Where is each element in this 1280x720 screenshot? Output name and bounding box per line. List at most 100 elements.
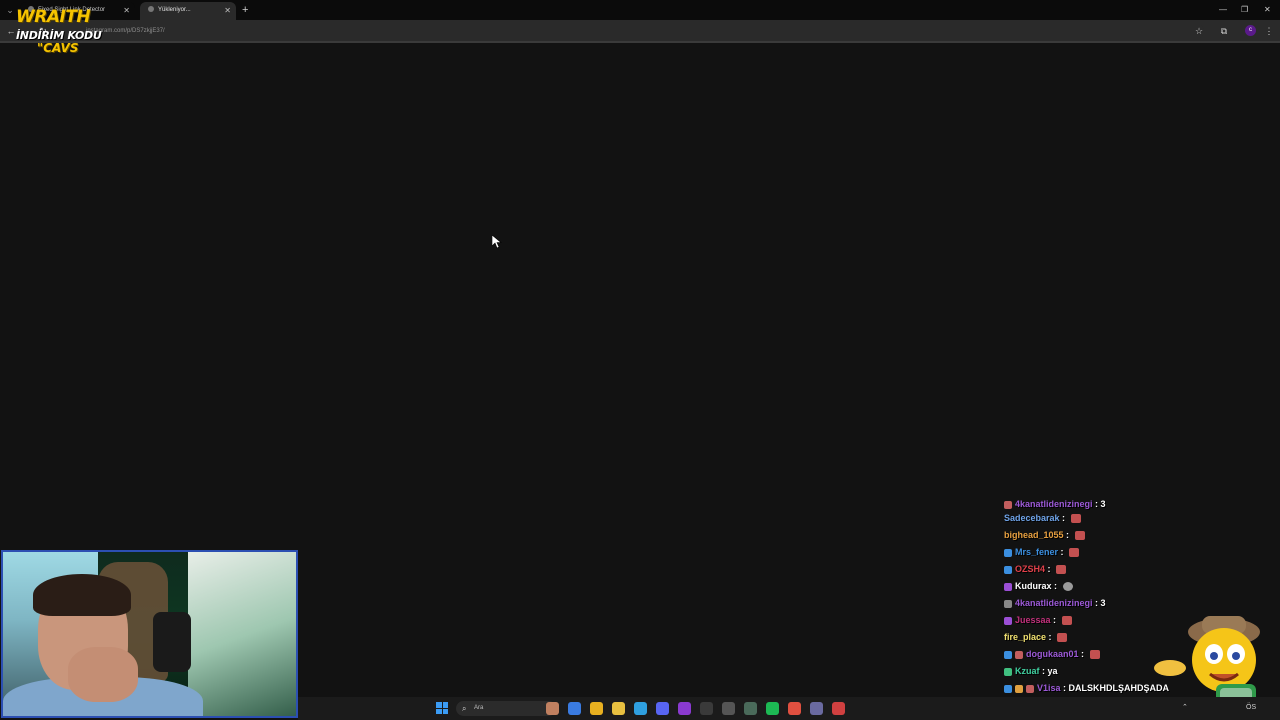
chat-separator: : (1050, 615, 1059, 625)
chat-separator: : (1039, 666, 1048, 676)
taskbar-app-app-7-icon[interactable] (678, 702, 691, 715)
chat-emote-icon (1069, 548, 1080, 558)
address-bar[interactable]: instagram.com/p/DS7zkjjE37/ (54, 23, 1204, 39)
taskbar-app-widgets-icon[interactable] (546, 702, 559, 715)
chat-username: 4kanatlidenizinegi (1015, 598, 1093, 608)
chat-badge-icon (1015, 684, 1023, 693)
chat-message: bighead_1055 : (1004, 527, 1184, 544)
close-window-icon[interactable]: ✕ (1264, 3, 1271, 17)
chat-text: 3 (1100, 500, 1106, 509)
chat-message: Kudurax : (1004, 578, 1184, 595)
chat-separator: : (1046, 632, 1055, 642)
chat-emote-icon (1089, 650, 1100, 660)
taskbar-app-copilot-icon[interactable] (568, 702, 581, 715)
profile-avatar[interactable]: c (1245, 25, 1256, 36)
chat-badge-icon (1026, 684, 1034, 693)
screen: ⌄ Fixed Sight Link Detector ✕ Yükleniyor… (0, 0, 1280, 720)
chat-username: V1isa (1037, 683, 1061, 693)
chat-username: fire_place (1004, 632, 1047, 642)
chat-separator: : (1092, 598, 1101, 608)
chat-badge-icon (1004, 599, 1012, 608)
chat-badge-icon (1004, 684, 1012, 693)
chat-separator: : (1058, 547, 1067, 557)
browser-tab-2[interactable]: Yükleniyor... ✕ (140, 2, 236, 20)
chat-badge-icon (1004, 667, 1012, 676)
loading-progress-bar (0, 41, 1280, 43)
minimize-icon[interactable]: — (1219, 3, 1227, 17)
taskbar-app-spotify-icon[interactable] (766, 702, 779, 715)
chat-separator: : (1059, 513, 1068, 523)
windows-taskbar: ⌕ Ara ⌃ ÖS (298, 697, 1280, 720)
taskbar-app-file-explorer-icon[interactable] (612, 702, 625, 715)
sponsor-logo: WRAITH İNDİRİM KODU "CAVS (14, 6, 104, 58)
chat-separator: : (1078, 649, 1087, 659)
taskbar-app-app-13-icon[interactable] (810, 702, 823, 715)
microphone (153, 612, 191, 672)
new-tab-button[interactable]: + (242, 3, 248, 17)
chat-username: bighead_1055 (1004, 530, 1064, 540)
chat-badge-icon (1004, 582, 1012, 591)
menu-kebab-icon[interactable]: ⋮ (1262, 24, 1276, 38)
chat-message: OZSH4 : (1004, 561, 1184, 578)
taskbar-search[interactable]: ⌕ Ara (456, 701, 556, 716)
chat-badge-icon (1004, 548, 1012, 557)
extensions-icon[interactable]: ⧉ (1217, 24, 1231, 38)
chat-username: Sadecebarak (1004, 513, 1060, 523)
restore-icon[interactable]: ❐ (1241, 3, 1248, 17)
chat-badge-icon (1015, 650, 1023, 659)
chat-emote-icon (1062, 582, 1073, 592)
chat-message: Sadecebarak : (1004, 510, 1184, 527)
chat-separator: : (1092, 500, 1101, 509)
mouse-cursor-icon (492, 235, 502, 249)
bookmark-star-icon[interactable]: ☆ (1192, 24, 1206, 38)
taskbar-app-chrome-2-icon[interactable] (788, 702, 801, 715)
chat-badge-icon (1004, 500, 1012, 509)
chat-badge-icon (1004, 616, 1012, 625)
taskbar-app-app-8-icon[interactable] (700, 702, 713, 715)
chat-text: ya (1047, 666, 1058, 676)
tab-loading-icon (148, 6, 154, 13)
taskbar-app-app-10-icon[interactable] (744, 702, 757, 715)
chat-message: 4kanatlidenizinegi : 3 (1004, 595, 1184, 612)
chat-emote-icon (1057, 633, 1068, 643)
chat-username: OZSH4 (1015, 564, 1046, 574)
taskbar-app-chrome-icon[interactable] (590, 702, 603, 715)
chat-emote-icon (1061, 616, 1072, 626)
chat-username: Kzuaf (1015, 666, 1040, 676)
logo-code-text: "CAVS (37, 41, 79, 55)
browser-tab-bar: ⌄ Fixed Sight Link Detector ✕ Yükleniyor… (0, 0, 1280, 20)
logo-brand-text: WRAITH (16, 7, 91, 27)
chat-badge-icon (1004, 650, 1012, 659)
close-tab-icon[interactable]: ✕ (224, 2, 231, 19)
chat-username: dogukaan01 (1026, 649, 1079, 659)
chat-separator: : (1051, 581, 1060, 591)
tab-title: Yükleniyor... (158, 7, 191, 13)
webcam-feed (1, 550, 298, 718)
search-icon: ⌕ (462, 704, 467, 713)
chat-text: 3 (1100, 598, 1106, 608)
tray-chevron-icon[interactable]: ⌃ (1182, 701, 1188, 715)
clock-text[interactable]: ÖS (1246, 701, 1256, 715)
taskbar-app-edge-like-icon[interactable] (634, 702, 647, 715)
chat-username: Kudurax (1015, 581, 1052, 591)
chat-emote-icon (1056, 565, 1067, 575)
chat-separator: : (1063, 530, 1072, 540)
chat-badge-icon (1004, 565, 1012, 574)
chat-emote-icon (1070, 514, 1081, 524)
chat-username: Juessaa (1015, 615, 1051, 625)
close-tab-icon[interactable]: ✕ (123, 2, 130, 19)
taskbar-app-app-14-icon[interactable] (832, 702, 845, 715)
chat-emote-icon (1074, 531, 1085, 541)
start-button[interactable] (436, 702, 448, 714)
chat-separator: : (1045, 564, 1054, 574)
taskbar-app-discord-icon[interactable] (656, 702, 669, 715)
browser-toolbar: ← → ↻ instagram.com/p/DS7zkjjE37/ ☆ ⧉ c … (0, 20, 1280, 42)
taskbar-app-app-9-icon[interactable] (722, 702, 735, 715)
search-placeholder: Ara (474, 705, 484, 711)
streamer-hand (68, 647, 138, 702)
chat-username: Mrs_fener (1015, 547, 1059, 557)
chat-username: 4kanatlidenizinegi (1015, 500, 1093, 509)
chat-separator: : (1060, 683, 1069, 693)
chat-message: Mrs_fener : (1004, 544, 1184, 561)
chat-message: 4kanatlidenizinegi : 3 (1004, 500, 1184, 510)
